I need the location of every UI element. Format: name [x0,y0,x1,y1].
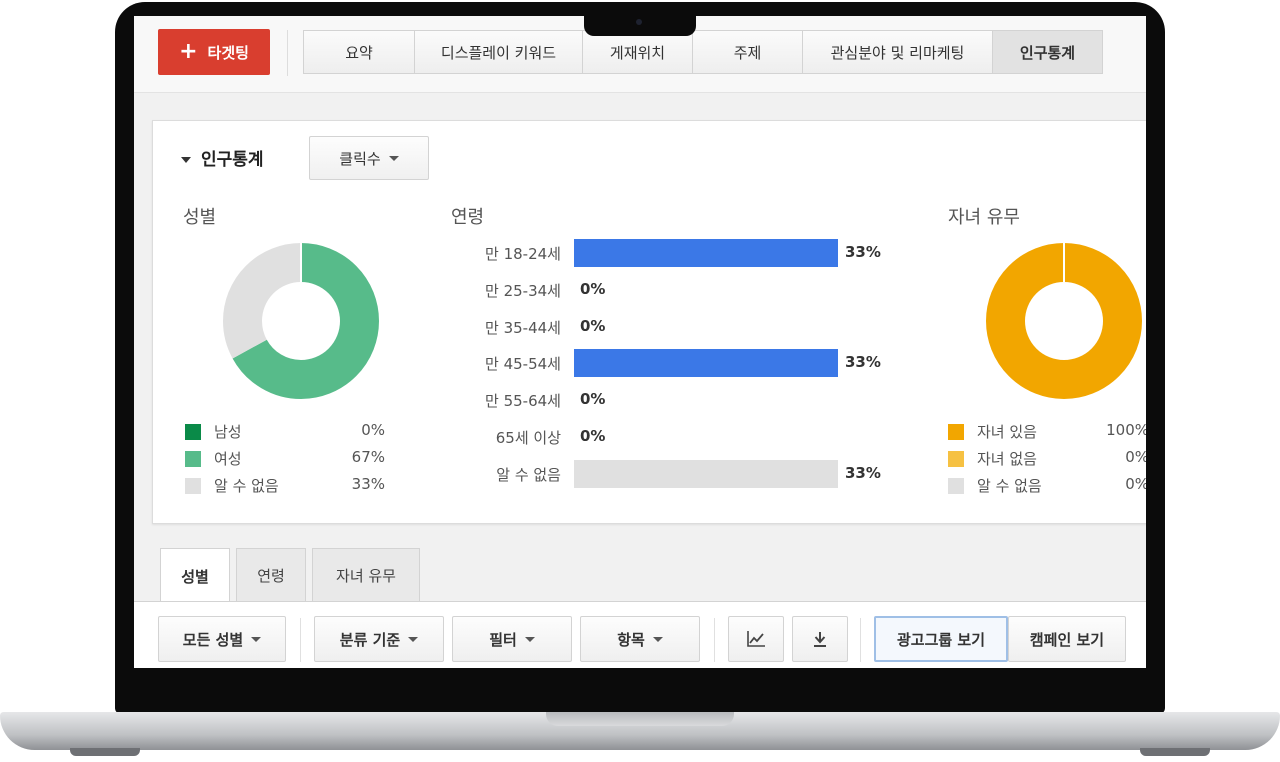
segment-label: 분류 기준 [339,630,401,649]
targeting-button-label: 타겟팅 [207,43,249,62]
age-bar-value: 33% [845,463,881,482]
parental-title: 자녀 유무 [948,207,1020,228]
filter-label: 필터 [489,630,517,649]
tab-topics[interactable]: 주제 [693,30,803,74]
legend-value: 33% [351,475,385,493]
legend-swatch [948,477,964,494]
age-bar-value: 0% [580,390,606,409]
age-row-label: 만 55-64세 [485,392,561,411]
tab-parental-status[interactable]: 자녀 유무 [312,548,420,602]
parental-legend-no: 자녀 없음 [948,448,1037,469]
age-title: 연령 [451,207,485,228]
camera-icon [636,19,642,25]
legend-swatch [185,450,201,467]
age-bar [574,459,838,488]
legend-value: 100% [1106,421,1146,439]
divider [714,618,715,662]
gender-legend-female: 여성 [185,448,242,469]
tab-display-keywords[interactable]: 디스플레이 키워드 [415,30,583,74]
legend-swatch [948,423,964,440]
gender-filter-label: 모든 성별 [182,630,244,649]
detail-tabs: 성별 연령 자녀 유무 [134,546,1146,603]
parental-legend-yes: 자녀 있음 [948,421,1037,442]
campaign-view-button[interactable]: 캠페인 보기 [1008,616,1126,662]
age-bar-value: 0% [580,316,606,335]
chevron-down-icon [408,636,419,642]
legend-label: 알 수 없음 [977,477,1042,495]
tab-placements[interactable]: 게재위치 [583,30,693,74]
age-row-label: 알 수 없음 [496,465,561,484]
chevron-down-icon [652,636,663,642]
age-row-label: 만 45-54세 [485,355,561,374]
legend-label: 자녀 있음 [977,423,1037,441]
columns-dropdown[interactable]: 항목 [580,616,700,662]
age-row-label: 만 18-24세 [485,245,561,263]
gender-legend-unknown: 알 수 없음 [185,475,279,496]
legend-label: 자녀 없음 [977,450,1037,468]
legend-swatch [185,423,201,440]
metric-dropdown-value: 클릭수 [339,149,381,168]
legend-swatch [185,477,201,494]
panel-title[interactable]: 인구통계 [181,145,264,170]
panel-title-label: 인구통계 [201,150,264,170]
legend-value: 67% [351,448,385,466]
age-bar-value: 0% [580,427,606,445]
legend-label: 남성 [214,423,242,441]
age-bar-value: 0% [580,279,606,298]
legend-value: 0% [361,421,385,439]
plus-icon: + [179,39,198,64]
age-bar-value: 33% [845,243,881,261]
chevron-down-icon [251,636,262,642]
legend-label: 알 수 없음 [214,477,279,495]
divider [300,618,301,662]
legend-value: 0% [1125,448,1146,466]
legend-label: 여성 [214,450,242,468]
tab-gender[interactable]: 성별 [160,548,230,603]
demographics-panel: 인구통계 클릭수 성별 남성 0% 여성 67% 알 수 없음 33% 연령 만… [152,120,1146,524]
chevron-down-icon [388,155,399,161]
tab-age[interactable]: 연령 [236,548,306,602]
chevron-down-icon [524,636,535,642]
legend-value: 0% [1125,475,1146,493]
gender-filter-dropdown[interactable]: 모든 성별 [158,616,286,662]
legend-swatch [948,450,964,467]
columns-label: 항목 [617,630,645,649]
age-bar [574,239,838,267]
download-button[interactable] [792,616,848,662]
targeting-button[interactable]: + 타겟팅 [158,29,270,75]
age-bar-value: 33% [845,353,881,372]
age-row-label: 만 35-44세 [485,318,561,337]
segment-dropdown[interactable]: 분류 기준 [314,616,444,662]
laptop-opening [546,712,734,726]
tab-demographics[interactable]: 인구통계 [993,30,1103,74]
age-row-label: 만 25-34세 [485,281,561,300]
parental-legend-unknown: 알 수 없음 [948,475,1042,496]
chart-toggle-button[interactable] [728,616,784,662]
gender-donut-chart [223,243,379,399]
adgroup-view-button[interactable]: 광고그룹 보기 [874,616,1008,662]
line-chart-icon [747,631,765,647]
tab-summary[interactable]: 요약 [303,30,415,74]
gender-legend-male: 남성 [185,421,242,442]
metric-dropdown[interactable]: 클릭수 [309,136,429,180]
filter-dropdown[interactable]: 필터 [452,616,572,662]
camera-notch [584,10,696,36]
collapse-icon [181,157,191,163]
parental-donut-chart [986,243,1142,399]
screen: + 타겟팅 요약 디스플레이 키워드 게재위치 주제 관심분야 및 리마케팅 인… [134,16,1146,668]
table-toolbar: 모든 성별 분류 기준 필터 항목 광고그룹 보기 캠페인 보기 [134,602,1146,668]
tab-interests-remarketing[interactable]: 관심분야 및 리마케팅 [803,30,993,74]
age-row-label: 65세 이상 [495,429,561,447]
view-tabs: 요약 디스플레이 키워드 게재위치 주제 관심분야 및 리마케팅 인구통계 [303,30,1103,74]
laptop-foot-right [1140,748,1210,756]
laptop-foot-left [70,748,140,756]
gender-title: 성별 [183,207,217,228]
age-bar [574,349,838,378]
divider [860,618,861,662]
divider [287,30,288,76]
download-icon [814,632,826,647]
